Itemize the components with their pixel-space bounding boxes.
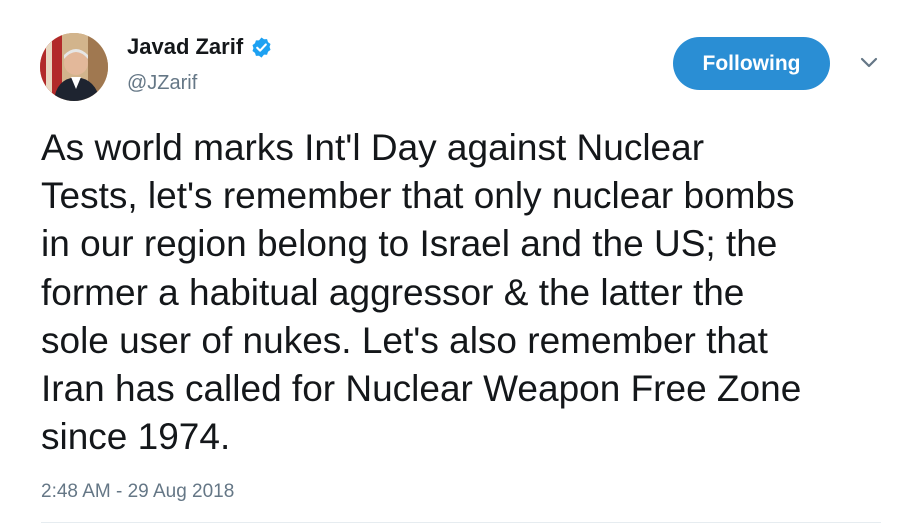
tweet-text-line: in our region belong to Israel and the U…	[41, 223, 778, 265]
avatar[interactable]	[40, 33, 108, 101]
following-button[interactable]: Following	[673, 37, 830, 90]
tweet-text-line: sole user of nukes. Let's also remember …	[41, 319, 768, 361]
tweet-text-line: Iran has called for Nuclear Weapon Free …	[41, 368, 802, 410]
author-name-row[interactable]: Javad Zarif	[127, 34, 273, 60]
author-handle[interactable]: @JZarif	[127, 72, 197, 95]
divider	[41, 522, 881, 523]
chevron-down-icon[interactable]	[856, 52, 882, 72]
tweet-timestamp[interactable]: 2:48 AM - 29 Aug 2018	[41, 481, 234, 503]
verified-badge-icon	[252, 36, 271, 58]
tweet-text-line: As world marks Int'l Day against Nuclear	[41, 127, 705, 168]
avatar-image	[40, 33, 108, 101]
tweet-text-line: former a habitual aggressor & the latter…	[41, 271, 745, 313]
author-display-name[interactable]: Javad Zarif	[127, 34, 243, 60]
tweet-text: As world marks Int'l Day against Nuclear…	[41, 124, 901, 461]
tweet-text-line: since 1974.	[41, 416, 231, 458]
tweet-text-line: Tests, let's remember that only nuclear …	[41, 175, 795, 217]
